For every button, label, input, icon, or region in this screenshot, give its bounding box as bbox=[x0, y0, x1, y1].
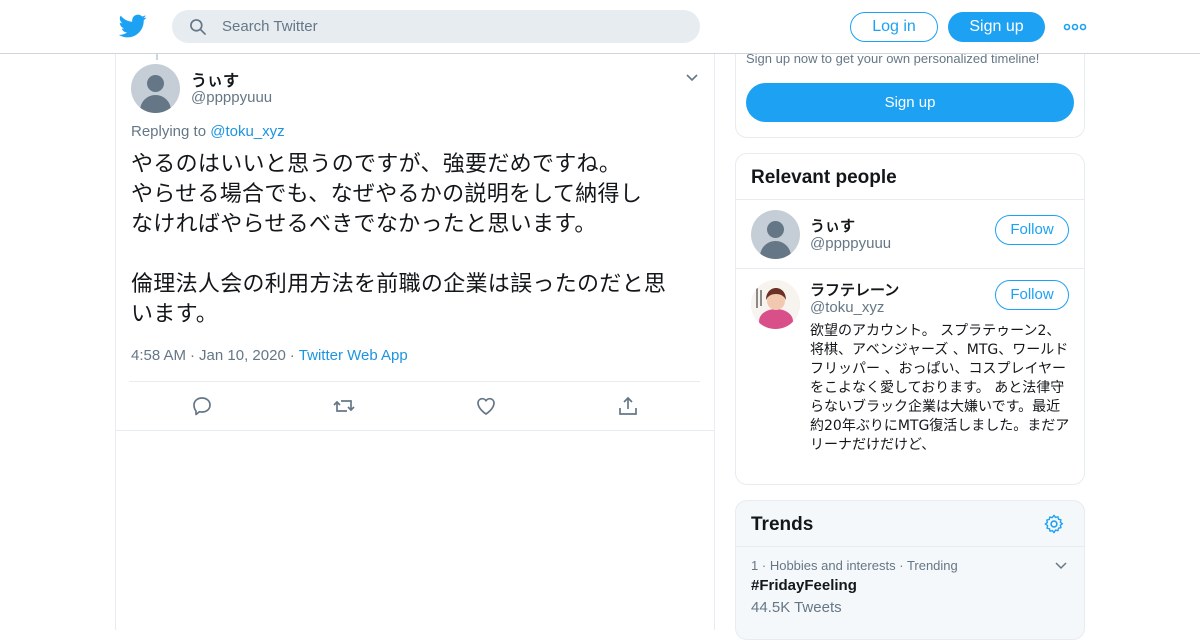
avatar[interactable] bbox=[131, 64, 180, 113]
follow-button[interactable]: Follow bbox=[995, 280, 1069, 310]
tweet-date[interactable]: Jan 10, 2020 bbox=[199, 347, 286, 364]
search-input[interactable] bbox=[222, 10, 682, 43]
divider bbox=[736, 199, 1084, 200]
separator-dot: · bbox=[190, 347, 196, 364]
replying-to-link[interactable]: @toku_xyz bbox=[210, 123, 284, 140]
tweet-text: やるのはいいと思うのですが、強要だめですね。 やらせる場合でも、なぜやるかの説明… bbox=[131, 152, 667, 327]
replying-to-line: Replying to @toku_xyz bbox=[131, 123, 285, 140]
tweet-author-handle[interactable]: @ppppyuuu bbox=[191, 89, 272, 106]
sign-up-button[interactable]: Sign up bbox=[746, 83, 1074, 122]
separator-dot: · bbox=[761, 558, 767, 573]
search-bar bbox=[172, 10, 700, 43]
person-name[interactable]: うぃす bbox=[810, 215, 855, 236]
follow-button[interactable]: Follow bbox=[995, 215, 1069, 245]
trend-context: 1 · Hobbies and interests · Trending bbox=[751, 558, 958, 573]
default-avatar-body bbox=[760, 241, 791, 259]
divider bbox=[116, 430, 714, 431]
tweet-metadata: 4:58 AM · Jan 10, 2020 · Twitter Web App bbox=[131, 347, 408, 364]
thread-connector-line bbox=[156, 54, 158, 60]
tweet-source-app[interactable]: Twitter Web App bbox=[299, 347, 408, 364]
person-bio: 欲望のアカウント。 スプラテゥーン2、将棋、アベンジャーズ 、MTG、ワールドフ… bbox=[810, 323, 1070, 453]
default-avatar-head bbox=[767, 221, 784, 238]
divider bbox=[736, 268, 1084, 269]
relevant-people-title: Relevant people bbox=[751, 167, 897, 188]
avatar[interactable] bbox=[751, 210, 800, 259]
log-in-button[interactable]: Log in bbox=[850, 12, 938, 42]
trends-title: Trends bbox=[751, 514, 814, 535]
search-icon bbox=[190, 19, 206, 35]
trend-rank: 1 bbox=[751, 558, 759, 573]
tweet-author-name[interactable]: うぃす bbox=[191, 67, 239, 91]
divider bbox=[736, 546, 1084, 547]
retweet-icon[interactable] bbox=[332, 394, 356, 418]
person-name[interactable]: ラフテレーン bbox=[810, 279, 899, 300]
trend-status: Trending bbox=[906, 558, 958, 573]
share-icon[interactable] bbox=[616, 394, 640, 418]
default-avatar-body bbox=[140, 95, 171, 113]
separator-dot: · bbox=[289, 347, 295, 364]
relevant-people-card: Relevant people うぃす @ppppyuuu Follow ラフテ… bbox=[735, 153, 1085, 485]
trends-card: Trends 1 · Hobbies and interests · Trend… bbox=[735, 500, 1085, 640]
avatar[interactable] bbox=[751, 280, 800, 329]
illustrated-avatar-icon bbox=[751, 280, 800, 329]
person-handle[interactable]: @ppppyuuu bbox=[810, 235, 891, 252]
more-options-icon[interactable] bbox=[1063, 18, 1087, 36]
top-navigation-bar: Log in Sign up bbox=[0, 0, 1200, 54]
twitter-bird-logo-icon[interactable] bbox=[119, 12, 147, 40]
replying-to-label: Replying to bbox=[131, 123, 207, 140]
trend-tweet-count: 44.5K Tweets bbox=[751, 599, 842, 616]
gear-icon[interactable] bbox=[1043, 513, 1065, 535]
trend-category: Hobbies and interests bbox=[769, 558, 896, 573]
tweet-time[interactable]: 4:58 AM bbox=[131, 347, 186, 364]
chevron-down-icon[interactable] bbox=[684, 70, 700, 86]
chevron-down-icon[interactable] bbox=[1054, 559, 1068, 573]
person-handle[interactable]: @toku_xyz bbox=[810, 299, 884, 316]
sign-up-button[interactable]: Sign up bbox=[948, 12, 1045, 42]
default-avatar-head bbox=[147, 75, 164, 92]
tweet-column: うぃす @ppppyuuu Replying to @toku_xyz やるのは… bbox=[115, 54, 715, 630]
divider bbox=[129, 381, 700, 382]
separator-dot: · bbox=[899, 558, 904, 573]
reply-icon[interactable] bbox=[190, 394, 214, 418]
like-icon[interactable] bbox=[474, 394, 498, 418]
trend-hashtag[interactable]: #FridayFeeling bbox=[751, 577, 857, 594]
